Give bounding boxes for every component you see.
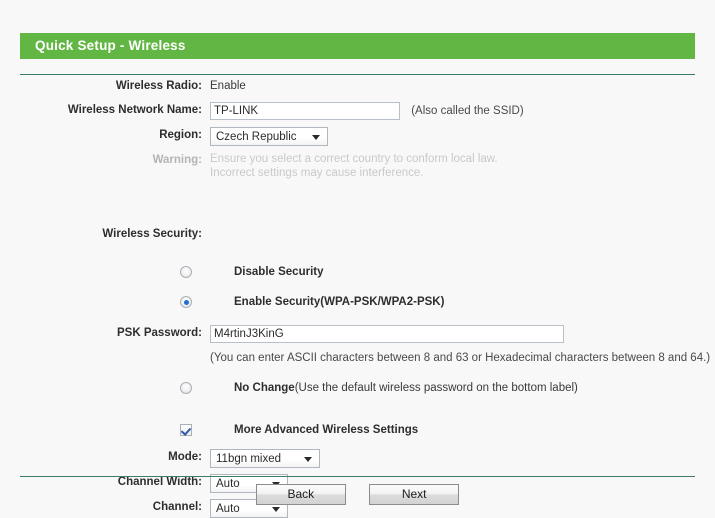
mode-select[interactable]: 11bgn mixed [210,449,320,468]
row-no-change: No Change(Use the default wireless passw… [0,380,715,396]
row-region: Region: Czech Republic [0,127,715,146]
mode-field-cell: 11bgn mixed [210,449,715,468]
ssid-hint: (Also called the SSID) [411,104,524,117]
wireless-settings-form: Wireless Radio: Enable Wireless Network … [0,78,715,518]
enable-security-label: Enable Security(WPA-PSK/WPA2-PSK) [234,296,445,308]
quick-setup-wireless-page: Quick Setup - Wireless Wireless Radio: E… [0,0,715,518]
wireless-radio-value-cell: Enable [210,78,715,94]
region-select[interactable]: Czech Republic [210,127,328,146]
row-psk-hint: (You can enter ASCII characters between … [0,350,715,366]
back-button[interactable]: Back [255,484,346,505]
row-disable-security: Disable Security [0,264,715,280]
bottom-divider [20,476,695,477]
region-select-value: Czech Republic [216,131,297,143]
top-divider [20,74,695,75]
enable-security-radio[interactable] [180,296,192,308]
row-network-name: Wireless Network Name: (Also called the … [0,102,715,120]
row-psk-password: PSK Password: [0,325,715,343]
row-mode: Mode: 11bgn mixed [0,449,715,468]
disable-security-radio[interactable] [180,266,192,278]
no-change-label-normal: (Use the default wireless password on th… [294,382,578,394]
more-advanced-label: More Advanced Wireless Settings [234,424,419,436]
row-more-advanced: More Advanced Wireless Settings [0,422,715,438]
psk-password-field-cell [210,325,715,343]
network-name-label: Wireless Network Name: [67,104,202,116]
region-field-cell: Czech Republic [210,127,715,146]
network-name-field-cell: (Also called the SSID) [210,102,715,120]
chevron-down-icon [272,507,280,512]
mode-select-value: 11bgn mixed [216,453,281,465]
psk-password-input[interactable] [210,325,564,343]
mode-label: Mode: [168,451,202,463]
wireless-radio-value: Enable [210,80,246,92]
psk-hint-cell: (You can enter ASCII characters between … [210,350,715,366]
page-title: Quick Setup - Wireless [35,38,186,53]
psk-password-label: PSK Password: [117,327,202,339]
chevron-down-icon [304,457,312,462]
row-wireless-security: Wireless Security: [0,226,715,242]
form-actions: Back Next [0,484,715,505]
more-advanced-checkbox[interactable] [180,424,192,436]
chevron-down-icon [312,135,320,140]
next-button[interactable]: Next [369,484,460,505]
warning-line-1: Ensure you select a correct country to c… [210,153,498,165]
wireless-radio-label: Wireless Radio: [115,80,202,92]
disable-security-label: Disable Security [234,266,324,278]
no-change-label-bold: No Change [234,382,295,394]
region-label: Region: [159,129,202,141]
row-wireless-radio: Wireless Radio: Enable [0,78,715,94]
page-title-bar: Quick Setup - Wireless [20,33,695,59]
no-change-label: No Change(Use the default wireless passw… [210,380,578,396]
warning-label: Warning: [152,154,202,166]
row-warning: Warning: Ensure you select a correct cou… [0,152,715,180]
psk-password-hint: (You can enter ASCII characters between … [210,352,711,364]
row-enable-security: Enable Security(WPA-PSK/WPA2-PSK) [0,294,715,310]
ssid-input[interactable] [210,102,400,120]
no-change-radio[interactable] [180,382,192,394]
warning-text-cell: Ensure you select a correct country to c… [210,152,715,180]
warning-line-2: Incorrect settings may cause interferenc… [210,167,424,179]
wireless-security-label: Wireless Security: [102,228,202,240]
